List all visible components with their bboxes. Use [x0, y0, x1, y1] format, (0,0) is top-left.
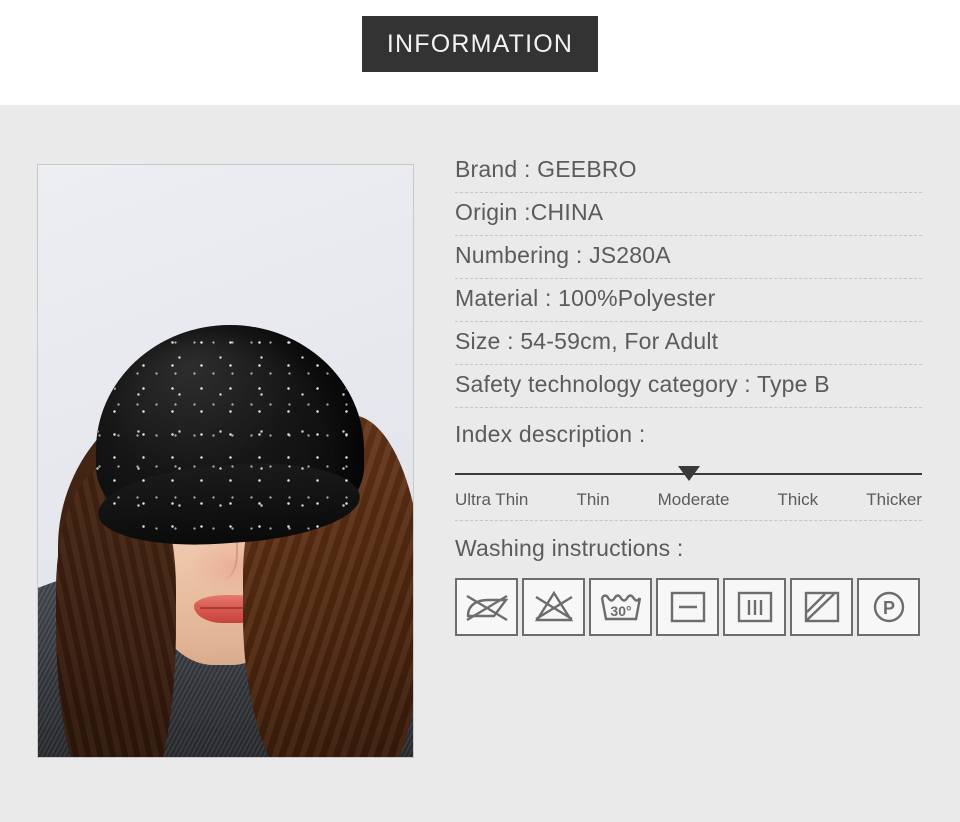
do-not-bleach-icon [522, 578, 585, 636]
dry-flat-icon [656, 578, 719, 636]
header-band: INFORMATION [0, 0, 960, 105]
spec-row-material: Material : 100%Polyester [455, 279, 922, 322]
photo-shadow [38, 637, 413, 757]
product-photo-inner [38, 165, 413, 757]
spec-safety-category: Safety technology category : Type B [455, 371, 830, 397]
washing-instructions-title: Washing instructions : [455, 535, 684, 561]
specifications-list: Brand : GEEBRO Origin :CHINA Numbering :… [455, 154, 922, 636]
page-title: INFORMATION [386, 29, 574, 58]
spec-row-safety: Safety technology category : Type B [455, 365, 922, 408]
spec-material: Material : 100%Polyester [455, 285, 716, 311]
index-description-title: Index description : [455, 421, 646, 447]
thickness-label-moderate: Moderate [657, 490, 730, 509]
spec-size: Size : 54-59cm, For Adult [455, 328, 719, 354]
spec-numbering: Numbering : JS280A [455, 242, 671, 268]
spec-row-size: Size : 54-59cm, For Adult [455, 322, 922, 365]
thickness-label-thick: Thick [777, 490, 819, 509]
dry-clean-letter-label: P [882, 598, 894, 618]
information-banner: INFORMATION [362, 16, 598, 72]
information-page: INFORMATION Brand: GEEBRO Origin:CHINA… [0, 0, 960, 822]
spec-row-numbering: Numbering : JS280A [455, 236, 922, 279]
thickness-label-ultra-thin: Ultra Thin [455, 490, 529, 509]
spec-row-brand: Brand : GEEBRO [455, 154, 922, 193]
thickness-scale-labels: Ultra Thin Thin Moderate Thick Thicker [455, 490, 922, 510]
washing-icons-row: 30° P [455, 578, 922, 636]
spec-origin: Origin :CHINA [455, 199, 604, 225]
thickness-label-thin: Thin [576, 490, 610, 509]
spec-row-origin: Origin :CHINA [455, 193, 922, 236]
product-photo [37, 164, 414, 758]
thickness-label-thicker: Thicker [866, 490, 922, 509]
dry-clean-petroleum-icon: P [857, 578, 920, 636]
machine-wash-30-icon: 30° [589, 578, 652, 636]
wash-temperature-label: 30° [610, 603, 631, 619]
dry-in-shade-icon [790, 578, 853, 636]
washing-instructions-block: Washing instructions : 30° P [455, 521, 922, 636]
thickness-scale-marker [677, 466, 700, 481]
do-not-wring-icon [455, 578, 518, 636]
index-description-block: Index description : Ultra Thin Thin Mode… [455, 408, 922, 521]
spec-brand: Brand : GEEBRO [455, 156, 637, 182]
content-panel: Brand : GEEBRO Origin :CHINA Numbering :… [0, 105, 960, 822]
drip-dry-icon [723, 578, 786, 636]
thickness-scale [455, 465, 922, 481]
